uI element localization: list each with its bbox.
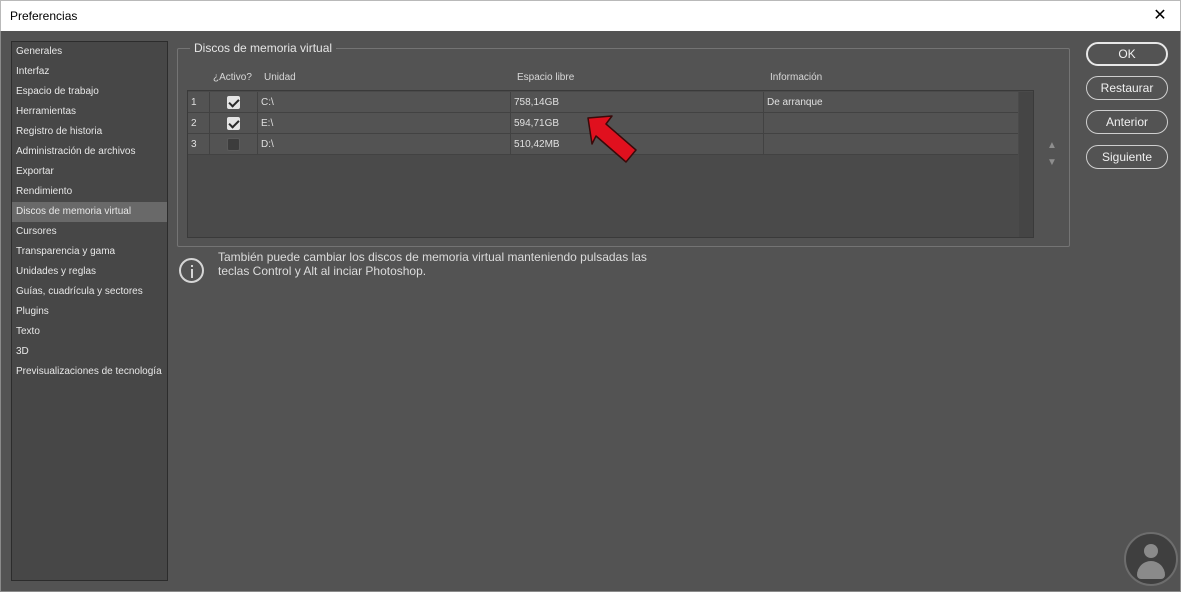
sidebar-item-espacio-de-trabajo[interactable]: Espacio de trabajo <box>12 82 167 102</box>
column-header-info[interactable]: Información <box>770 72 822 83</box>
row-number: 2 <box>188 113 210 134</box>
sidebar-item-herramientas[interactable]: Herramientas <box>12 102 167 122</box>
info-text-line-1: También puede cambiar los discos de memo… <box>218 250 647 264</box>
active-checkbox-cell <box>210 113 258 134</box>
sidebar-item-unidades-y-reglas[interactable]: Unidades y reglas <box>12 262 167 282</box>
sidebar-item-cursores[interactable]: Cursores <box>12 222 167 242</box>
sidebar-item-rendimiento[interactable]: Rendimiento <box>12 182 167 202</box>
next-button[interactable]: Siguiente <box>1086 145 1168 169</box>
sidebar-item-guias-cuadricula-y-sectores[interactable]: Guías, cuadrícula y sectores <box>12 282 167 302</box>
sidebar-item-3d[interactable]: 3D <box>12 342 167 362</box>
column-header-space[interactable]: Espacio libre <box>517 72 574 83</box>
previous-button[interactable]: Anterior <box>1086 110 1168 134</box>
info-cell <box>764 134 1018 155</box>
info-cell <box>764 113 1018 134</box>
sidebar-item-registro-de-historia[interactable]: Registro de historia <box>12 122 167 142</box>
preferences-sidebar: Generales Interfaz Espacio de trabajo He… <box>11 41 168 581</box>
unit-cell: C:\ <box>258 92 511 113</box>
move-down-icon[interactable]: ▼ <box>1046 158 1058 168</box>
close-icon[interactable]: ✕ <box>1140 1 1180 31</box>
active-checkbox-cell <box>210 92 258 113</box>
sidebar-item-transparencia-y-gama[interactable]: Transparencia y gama <box>12 242 167 262</box>
row-number: 3 <box>188 134 210 155</box>
unit-cell: E:\ <box>258 113 511 134</box>
sidebar-item-discos-de-memoria-virtual[interactable]: Discos de memoria virtual <box>12 202 167 222</box>
window-title: Preferencias <box>10 9 78 23</box>
active-checkbox[interactable] <box>227 138 240 151</box>
info-icon <box>179 258 204 283</box>
table-row[interactable]: 1 C:\ 758,14GB De arranque <box>188 92 1018 113</box>
move-up-icon[interactable]: ▲ <box>1046 141 1058 151</box>
active-checkbox[interactable] <box>227 96 240 109</box>
watermark-logo <box>1124 532 1178 586</box>
sidebar-item-previsualizaciones-de-tecnologia[interactable]: Previsualizaciones de tecnología <box>12 362 167 382</box>
sidebar-item-administracion-de-archivos[interactable]: Administración de archivos <box>12 142 167 162</box>
reset-button[interactable]: Restaurar <box>1086 76 1168 100</box>
active-checkbox-cell <box>210 134 258 155</box>
sidebar-item-texto[interactable]: Texto <box>12 322 167 342</box>
sidebar-item-plugins[interactable]: Plugins <box>12 302 167 322</box>
group-title: Discos de memoria virtual <box>190 41 337 55</box>
sidebar-item-exportar[interactable]: Exportar <box>12 162 167 182</box>
column-header-unit[interactable]: Unidad <box>264 72 296 83</box>
info-text: También puede cambiar los discos de memo… <box>218 250 688 278</box>
ok-button[interactable]: OK <box>1086 42 1168 66</box>
info-text-line-2: teclas Control y Alt al inciar Photoshop… <box>218 264 427 278</box>
row-number: 1 <box>188 92 210 113</box>
column-header-active[interactable]: ¿Activo? <box>213 72 252 83</box>
active-checkbox[interactable] <box>227 117 240 130</box>
sidebar-item-interfaz[interactable]: Interfaz <box>12 62 167 82</box>
info-cell: De arranque <box>767 97 823 108</box>
unit-cell: D:\ <box>258 134 511 155</box>
table-scrollbar[interactable] <box>1019 92 1033 237</box>
sidebar-item-generales[interactable]: Generales <box>12 42 167 62</box>
title-bar: Preferencias ✕ <box>0 0 1181 31</box>
annotation-arrow-icon <box>587 115 637 163</box>
space-cell: 758,14GB <box>511 92 764 113</box>
